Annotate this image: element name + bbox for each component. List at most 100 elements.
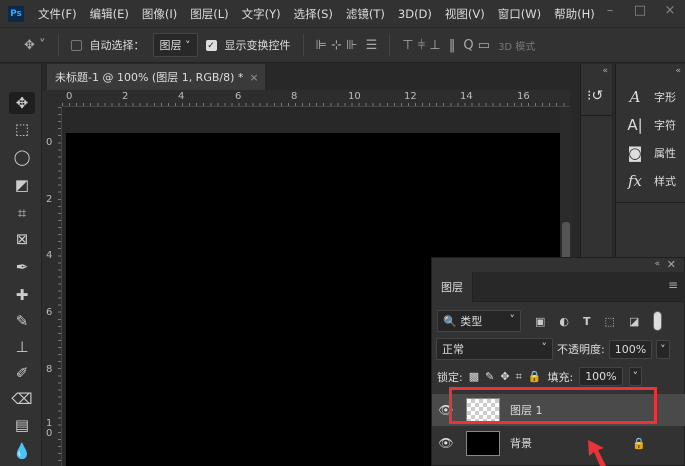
divider bbox=[581, 115, 613, 116]
move-tool-icon[interactable]: ✥ ˅ bbox=[24, 38, 46, 53]
align-buttons[interactable]: ⊫ ⊹ ⊪ ☰ bbox=[316, 38, 378, 53]
layers-panel: « ✕ 图层 ≡ 🔍 类型 ˅ ▣ ◐ T ⬚ ◪ 正常 ˅ 不透明度: 100%… bbox=[431, 257, 685, 466]
lock-artboard-icon[interactable]: ⌗ bbox=[516, 370, 522, 384]
filter-shape-icon[interactable]: ⬚ bbox=[605, 315, 615, 328]
visibility-eye-icon[interactable]: 👁 bbox=[432, 436, 460, 450]
close-tab-icon[interactable]: × bbox=[249, 71, 258, 84]
options-bar: ✥ ˅ 自动选择： 图层 ˅ ✓ 显示变换控件 ⊫ ⊹ ⊪ ☰ ⊤ ⫩ ⊥ ‖ … bbox=[0, 27, 685, 63]
object-select-tool-icon[interactable]: ◩ bbox=[9, 174, 35, 196]
healing-brush-icon[interactable]: ✚ bbox=[9, 284, 35, 306]
ruler-label: 2 bbox=[122, 91, 129, 102]
collapse-icon[interactable]: « bbox=[602, 66, 608, 76]
document-title: 未标题-1 @ 100% (图层 1, RGB/8) * bbox=[55, 71, 244, 84]
divider bbox=[389, 34, 391, 56]
blend-mode-dropdown[interactable]: 正常 ˅ bbox=[436, 338, 553, 360]
panel-label: 属性 bbox=[654, 147, 676, 160]
panel-menu-icon[interactable]: ≡ bbox=[668, 278, 678, 292]
menu-3d[interactable]: 3D(D) bbox=[398, 7, 432, 21]
blur-tool-icon[interactable]: 💧 bbox=[9, 440, 35, 462]
menu-type[interactable]: 文字(Y) bbox=[242, 6, 281, 22]
lock-position-icon[interactable]: ✥ bbox=[500, 370, 509, 383]
ruler-label: 4 bbox=[46, 250, 53, 261]
menu-layer[interactable]: 图层(L) bbox=[190, 6, 228, 22]
menu-file[interactable]: 文件(F) bbox=[38, 6, 77, 22]
fill-input[interactable]: 100% bbox=[579, 367, 623, 386]
history-brush-icon[interactable]: ✐ bbox=[9, 362, 35, 384]
divider bbox=[616, 202, 685, 203]
ruler-label: 2 bbox=[46, 194, 53, 205]
move-tool-icon[interactable]: ✥ bbox=[9, 92, 35, 114]
lasso-tool-icon[interactable]: ◯ bbox=[9, 146, 35, 168]
fill-label: 填充: bbox=[547, 370, 574, 384]
gradient-tool-icon[interactable]: ▤ bbox=[9, 414, 35, 436]
eyedropper-tool-icon[interactable]: ✒ bbox=[9, 256, 35, 278]
collapse-icon[interactable]: « bbox=[654, 259, 660, 269]
opacity-input[interactable]: 100% bbox=[608, 339, 653, 359]
menu-filter[interactable]: 滤镜(T) bbox=[346, 6, 385, 22]
minimize-button[interactable]: – bbox=[596, 3, 624, 23]
menu-edit[interactable]: 编辑(E) bbox=[90, 6, 129, 22]
glyphs-panel-button[interactable]: A 字形 bbox=[626, 88, 676, 106]
maximize-button[interactable]: □ bbox=[626, 3, 654, 23]
opacity-dropdown[interactable]: ˅ bbox=[656, 339, 670, 359]
filter-type-icon[interactable]: T bbox=[583, 315, 591, 328]
glyphs-icon: A bbox=[629, 88, 641, 106]
lock-all-icon[interactable]: 🔒 bbox=[528, 370, 542, 383]
crop-tool-icon[interactable]: ⌗ bbox=[9, 202, 35, 224]
menu-bar: Ps 文件(F) 编辑(E) 图像(I) 图层(L) 文字(Y) 选择(S) 滤… bbox=[0, 0, 685, 27]
layers-tab[interactable]: 图层 bbox=[432, 272, 473, 302]
properties-panel-button[interactable]: ◙ 属性 bbox=[626, 144, 676, 162]
auto-select-checkbox[interactable] bbox=[70, 39, 82, 51]
layer-thumbnail bbox=[466, 430, 500, 456]
fill-dropdown[interactable]: ˅ bbox=[628, 367, 643, 386]
collapse-icon[interactable]: « bbox=[675, 66, 681, 76]
character-icon: A| bbox=[627, 116, 643, 134]
ruler-label: 0 bbox=[46, 137, 53, 148]
marquee-tool-icon[interactable]: ⬚ bbox=[9, 118, 35, 140]
ruler-label: 0 bbox=[66, 91, 73, 102]
filter-kind-dropdown[interactable]: 🔍 类型 ˅ bbox=[437, 310, 521, 332]
divider bbox=[302, 34, 304, 56]
ruler-label: 10 bbox=[348, 91, 361, 102]
menu-select[interactable]: 选择(S) bbox=[294, 6, 333, 22]
show-transform-checkbox[interactable]: ✓ bbox=[205, 39, 217, 51]
lock-label: 锁定: bbox=[437, 370, 463, 384]
brush-tool-icon[interactable]: ✎ bbox=[9, 310, 35, 332]
annotation-arrow-icon bbox=[588, 440, 606, 466]
filter-value: 类型 bbox=[460, 315, 483, 328]
scrollbar-thumb[interactable] bbox=[562, 222, 570, 262]
ruler-label: 8 bbox=[46, 364, 53, 375]
history-icon[interactable]: ⁝↺ bbox=[587, 88, 603, 104]
ruler-label: 4 bbox=[178, 91, 185, 102]
3d-mode-label[interactable]: 3D 模式 bbox=[498, 38, 535, 53]
filter-toggle[interactable] bbox=[653, 311, 663, 331]
filter-smart-object-icon[interactable]: ◪ bbox=[629, 315, 639, 328]
horizontal-ruler[interactable]: 0 2 4 6 8 10 12 14 16 bbox=[62, 90, 570, 107]
menu-window[interactable]: 窗口(W) bbox=[498, 6, 541, 22]
filter-pixel-icon[interactable]: ▣ bbox=[535, 315, 545, 328]
search-icon[interactable]: Q ▭ bbox=[463, 38, 490, 53]
document-tab[interactable]: 未标题-1 @ 100% (图层 1, RGB/8) * × bbox=[47, 64, 265, 90]
panel-label: 字形 bbox=[654, 91, 676, 104]
character-panel-button[interactable]: A| 字符 bbox=[626, 116, 676, 134]
layer-name[interactable]: 背景 bbox=[510, 435, 532, 451]
filter-adjustment-icon[interactable]: ◐ bbox=[559, 315, 569, 328]
align-vertical-buttons[interactable]: ⊤ ⫩ ⊥ ‖ bbox=[402, 38, 455, 53]
auto-select-label: 自动选择： bbox=[89, 39, 145, 52]
lock-pixels-icon[interactable]: ✎ bbox=[485, 370, 494, 383]
auto-select-dropdown[interactable]: 图层 ˅ bbox=[152, 33, 198, 57]
ruler-corner bbox=[42, 90, 62, 107]
show-transform-label: 显示变换控件 bbox=[224, 39, 291, 52]
eraser-tool-icon[interactable]: ⌫ bbox=[9, 388, 35, 410]
menu-help[interactable]: 帮助(H) bbox=[554, 6, 595, 22]
layer-row[interactable]: 👁 背景 🔒 bbox=[432, 427, 685, 459]
styles-panel-button[interactable]: fx 样式 bbox=[626, 172, 676, 190]
vertical-ruler[interactable]: 0 2 4 6 8 1 0 bbox=[42, 107, 62, 466]
close-window-button[interactable]: × bbox=[656, 3, 684, 23]
lock-transparency-icon[interactable]: ▩ bbox=[469, 370, 479, 383]
menu-image[interactable]: 图像(I) bbox=[142, 6, 177, 22]
menu-view[interactable]: 视图(V) bbox=[445, 6, 485, 22]
stamp-tool-icon[interactable]: ⊥ bbox=[9, 336, 35, 358]
frame-tool-icon[interactable]: ⊠ bbox=[9, 228, 35, 250]
close-panel-icon[interactable]: ✕ bbox=[667, 258, 676, 271]
